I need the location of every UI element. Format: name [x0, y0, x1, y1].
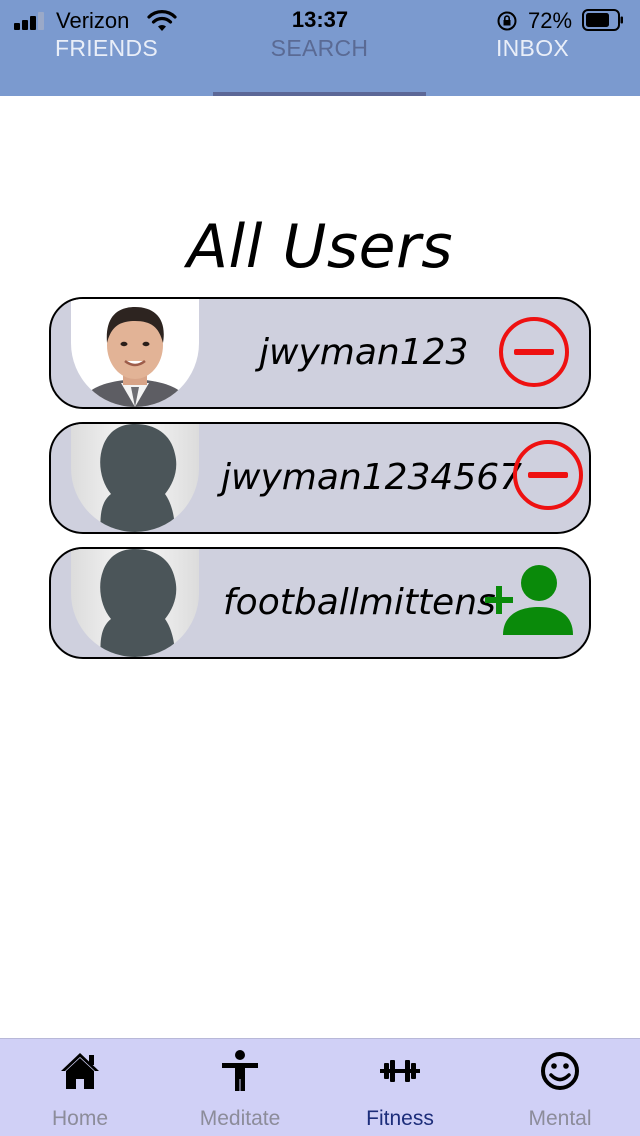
nav-label: Home — [51, 1107, 109, 1130]
avatar-silhouette — [71, 549, 199, 657]
user-card[interactable]: footballmittens — [49, 547, 591, 659]
smiley-icon — [541, 1052, 579, 1090]
avatar-photo — [71, 299, 199, 407]
nav-label: Meditate — [199, 1107, 281, 1130]
username: jwyman123 — [259, 332, 469, 373]
page-title: All Users — [187, 212, 453, 282]
top-header: Verizon 13:37 72% FRIENDS SEARCH INBOX — [0, 0, 640, 96]
avatar-silhouette — [71, 424, 199, 532]
tab-search[interactable]: SEARCH — [213, 34, 426, 96]
nav-fitness[interactable]: Fitness — [320, 1039, 480, 1136]
username: jwyman1234567 — [221, 457, 523, 498]
remove-friend-icon[interactable] — [511, 438, 585, 512]
active-tab-indicator — [213, 92, 426, 96]
home-icon — [61, 1053, 99, 1089]
nav-mental[interactable]: Mental — [480, 1039, 640, 1136]
add-friend-icon[interactable] — [483, 563, 575, 637]
nav-meditate[interactable]: Meditate — [160, 1039, 320, 1136]
meditate-icon — [222, 1050, 258, 1091]
nav-label: Fitness — [366, 1107, 434, 1130]
tab-inbox[interactable]: INBOX — [426, 34, 639, 96]
nav-home[interactable]: Home — [0, 1039, 160, 1136]
battery-icon — [582, 9, 623, 31]
bottom-nav: Home Meditate Fitness Mental — [0, 1038, 640, 1136]
username: footballmittens — [223, 582, 496, 623]
tab-friends[interactable]: FRIENDS — [0, 34, 213, 96]
dumbbell-icon — [380, 1060, 420, 1082]
remove-friend-icon[interactable] — [497, 315, 571, 389]
nav-label: Mental — [528, 1107, 592, 1130]
rotation-lock-icon — [497, 11, 517, 31]
tab-bar: FRIENDS SEARCH INBOX — [0, 34, 640, 96]
user-card[interactable]: jwyman123 — [49, 297, 591, 409]
battery-percent: 72% — [528, 8, 573, 33]
user-card[interactable]: jwyman1234567 — [49, 422, 591, 534]
